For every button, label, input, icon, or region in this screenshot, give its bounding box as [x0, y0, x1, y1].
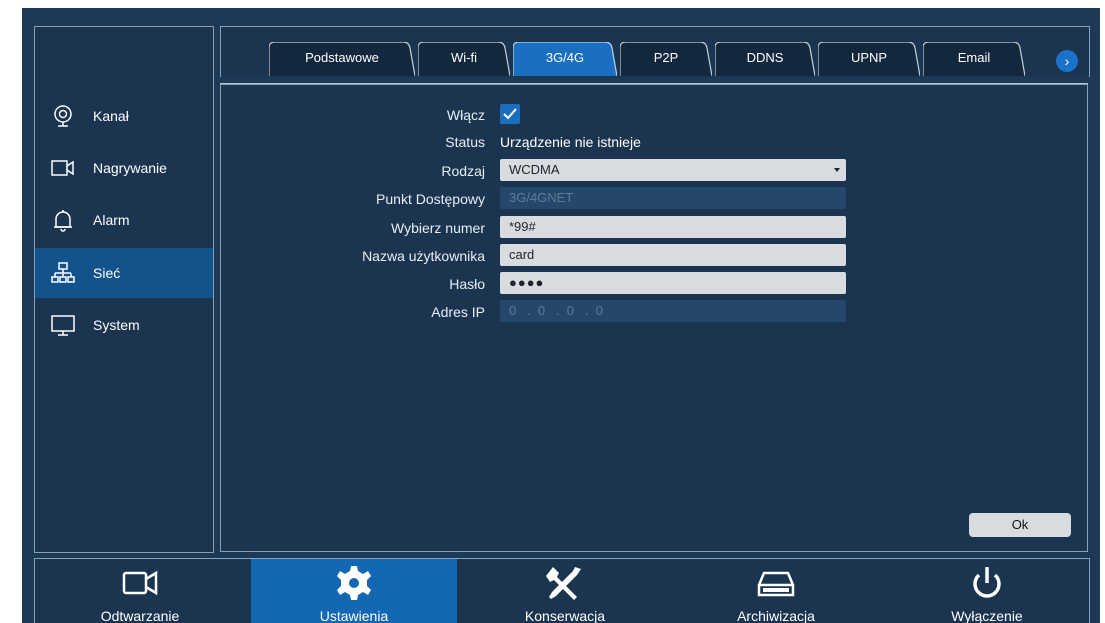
bottom-nav-label: Konserwacja — [524, 608, 606, 623]
apn-label: Punkt Dostępowy — [376, 191, 485, 207]
tab-label: UPNP — [850, 50, 888, 65]
bottom-nav-archiwizacja[interactable]: Archiwizacja — [673, 559, 879, 623]
form-row-apn: Punkt Dostępowy 3G/4GNET — [221, 187, 1087, 211]
sidebar-item-system[interactable]: System — [35, 300, 213, 350]
tab-label: P2P — [653, 50, 679, 65]
password-label: Hasło — [449, 276, 485, 292]
bell-icon — [54, 210, 72, 232]
ip-address-value: 0 . 0 . 0 . 0 — [509, 303, 603, 318]
ok-button[interactable]: Ok — [969, 513, 1071, 537]
tab-label: Podstawowe — [305, 50, 379, 65]
form-row-dial: Wybierz numer *99# — [221, 216, 1087, 240]
ip-label: Adres IP — [431, 304, 485, 320]
tab-label: 3G/4G — [545, 50, 585, 65]
bottom-nav-label: Wyłączenie — [951, 608, 1023, 623]
chevron-right-icon[interactable]: › — [1056, 50, 1078, 72]
username-label: Nazwa użytkownika — [362, 248, 485, 264]
dvr-settings-screen: Kanał Nagrywanie Alarm Sieć System Podst… — [22, 8, 1100, 623]
password-value: ●●●● — [509, 275, 545, 290]
network-icon — [51, 262, 75, 283]
bottom-nav-konserwacja[interactable]: Konserwacja — [462, 559, 668, 623]
dial-number-field[interactable]: *99# — [500, 216, 846, 238]
username-value: card — [509, 247, 535, 262]
sidebar-item-kanal[interactable]: Kanał — [35, 91, 213, 141]
bottom-nav-label: Ustawienia — [319, 608, 389, 623]
bottom-nav-label: Archiwizacja — [737, 608, 815, 623]
tab-label: Email — [957, 50, 991, 65]
apn-value: 3G/4GNET — [509, 190, 574, 205]
bottom-nav: Odtwarzanie Ustawienia Konserwacja Archi… — [34, 558, 1090, 623]
sidebar: Kanał Nagrywanie Alarm Sieć System — [34, 26, 214, 553]
tab-ddns[interactable]: DDNS — [715, 42, 815, 76]
tab-label: Wi-fi — [451, 50, 477, 65]
dial-label: Wybierz numer — [390, 220, 485, 236]
form-row-username: Nazwa użytkownika card — [221, 244, 1087, 268]
form-row-type: Rodzaj WCDMA — [221, 159, 1087, 183]
sidebar-item-label: Alarm — [93, 212, 130, 228]
chevron-down-icon — [834, 168, 840, 172]
form-row-enable: Włącz — [221, 103, 1087, 127]
form-row-status: Status Urządzenie nie istnieje — [221, 130, 1087, 154]
monitor-icon — [51, 315, 75, 336]
tab-bar: Podstawowe Wi-fi 3G/4G P2P DDNS UPNP Ema… — [220, 26, 1090, 77]
apn-field: 3G/4GNET — [500, 187, 846, 209]
status-value: Urządzenie nie istnieje — [500, 134, 641, 150]
username-field[interactable]: card — [500, 244, 846, 266]
type-select-value: WCDMA — [509, 162, 560, 177]
tab-email[interactable]: Email — [923, 42, 1025, 76]
tools-icon — [546, 567, 581, 600]
sidebar-item-label: System — [93, 317, 140, 333]
checkmark-icon — [503, 108, 517, 120]
status-label: Status — [445, 134, 485, 150]
power-icon — [973, 567, 1001, 598]
dial-number-value: *99# — [509, 219, 536, 234]
ip-address-field: 0 . 0 . 0 . 0 — [500, 300, 846, 322]
type-label: Rodzaj — [441, 163, 485, 179]
gear-icon — [337, 566, 371, 600]
tab-wifi[interactable]: Wi-fi — [418, 42, 510, 76]
bottom-nav-wylaczenie[interactable]: Wyłączenie — [884, 559, 1090, 623]
sidebar-item-alarm[interactable]: Alarm — [35, 195, 213, 245]
tab-label: DDNS — [746, 50, 784, 65]
video-camera-icon — [51, 160, 74, 176]
sidebar-item-label: Sieć — [93, 265, 121, 281]
form-row-ip: Adres IP 0 . 0 . 0 . 0 — [221, 300, 1087, 324]
sidebar-item-label: Nagrywanie — [93, 160, 167, 176]
sidebar-item-nagrywanie[interactable]: Nagrywanie — [35, 143, 213, 193]
bottom-nav-ustawienia[interactable]: Ustawienia — [251, 559, 457, 623]
form-row-password: Hasło ●●●● — [221, 272, 1087, 296]
enable-checkbox[interactable] — [500, 104, 520, 124]
tab-p2p[interactable]: P2P — [620, 42, 712, 76]
sidebar-item-label: Kanał — [93, 108, 129, 124]
sidebar-item-siec[interactable]: Sieć — [35, 248, 213, 298]
bottom-nav-odtwarzanie[interactable]: Odtwarzanie — [37, 559, 243, 623]
enable-label: Włącz — [446, 107, 485, 123]
network-3g4g-panel: Włącz Status Urządzenie nie istnieje Rod… — [220, 84, 1088, 552]
tab-podstawowe[interactable]: Podstawowe — [269, 42, 415, 76]
drive-icon — [757, 571, 795, 597]
playback-camera-icon — [122, 570, 158, 596]
tab-3g4g[interactable]: 3G/4G — [513, 42, 617, 76]
tab-upnp[interactable]: UPNP — [818, 42, 920, 76]
camera-lens-icon — [54, 105, 72, 127]
bottom-nav-label: Odtwarzanie — [100, 608, 180, 623]
type-select[interactable]: WCDMA — [500, 159, 846, 181]
password-field[interactable]: ●●●● — [500, 272, 846, 294]
